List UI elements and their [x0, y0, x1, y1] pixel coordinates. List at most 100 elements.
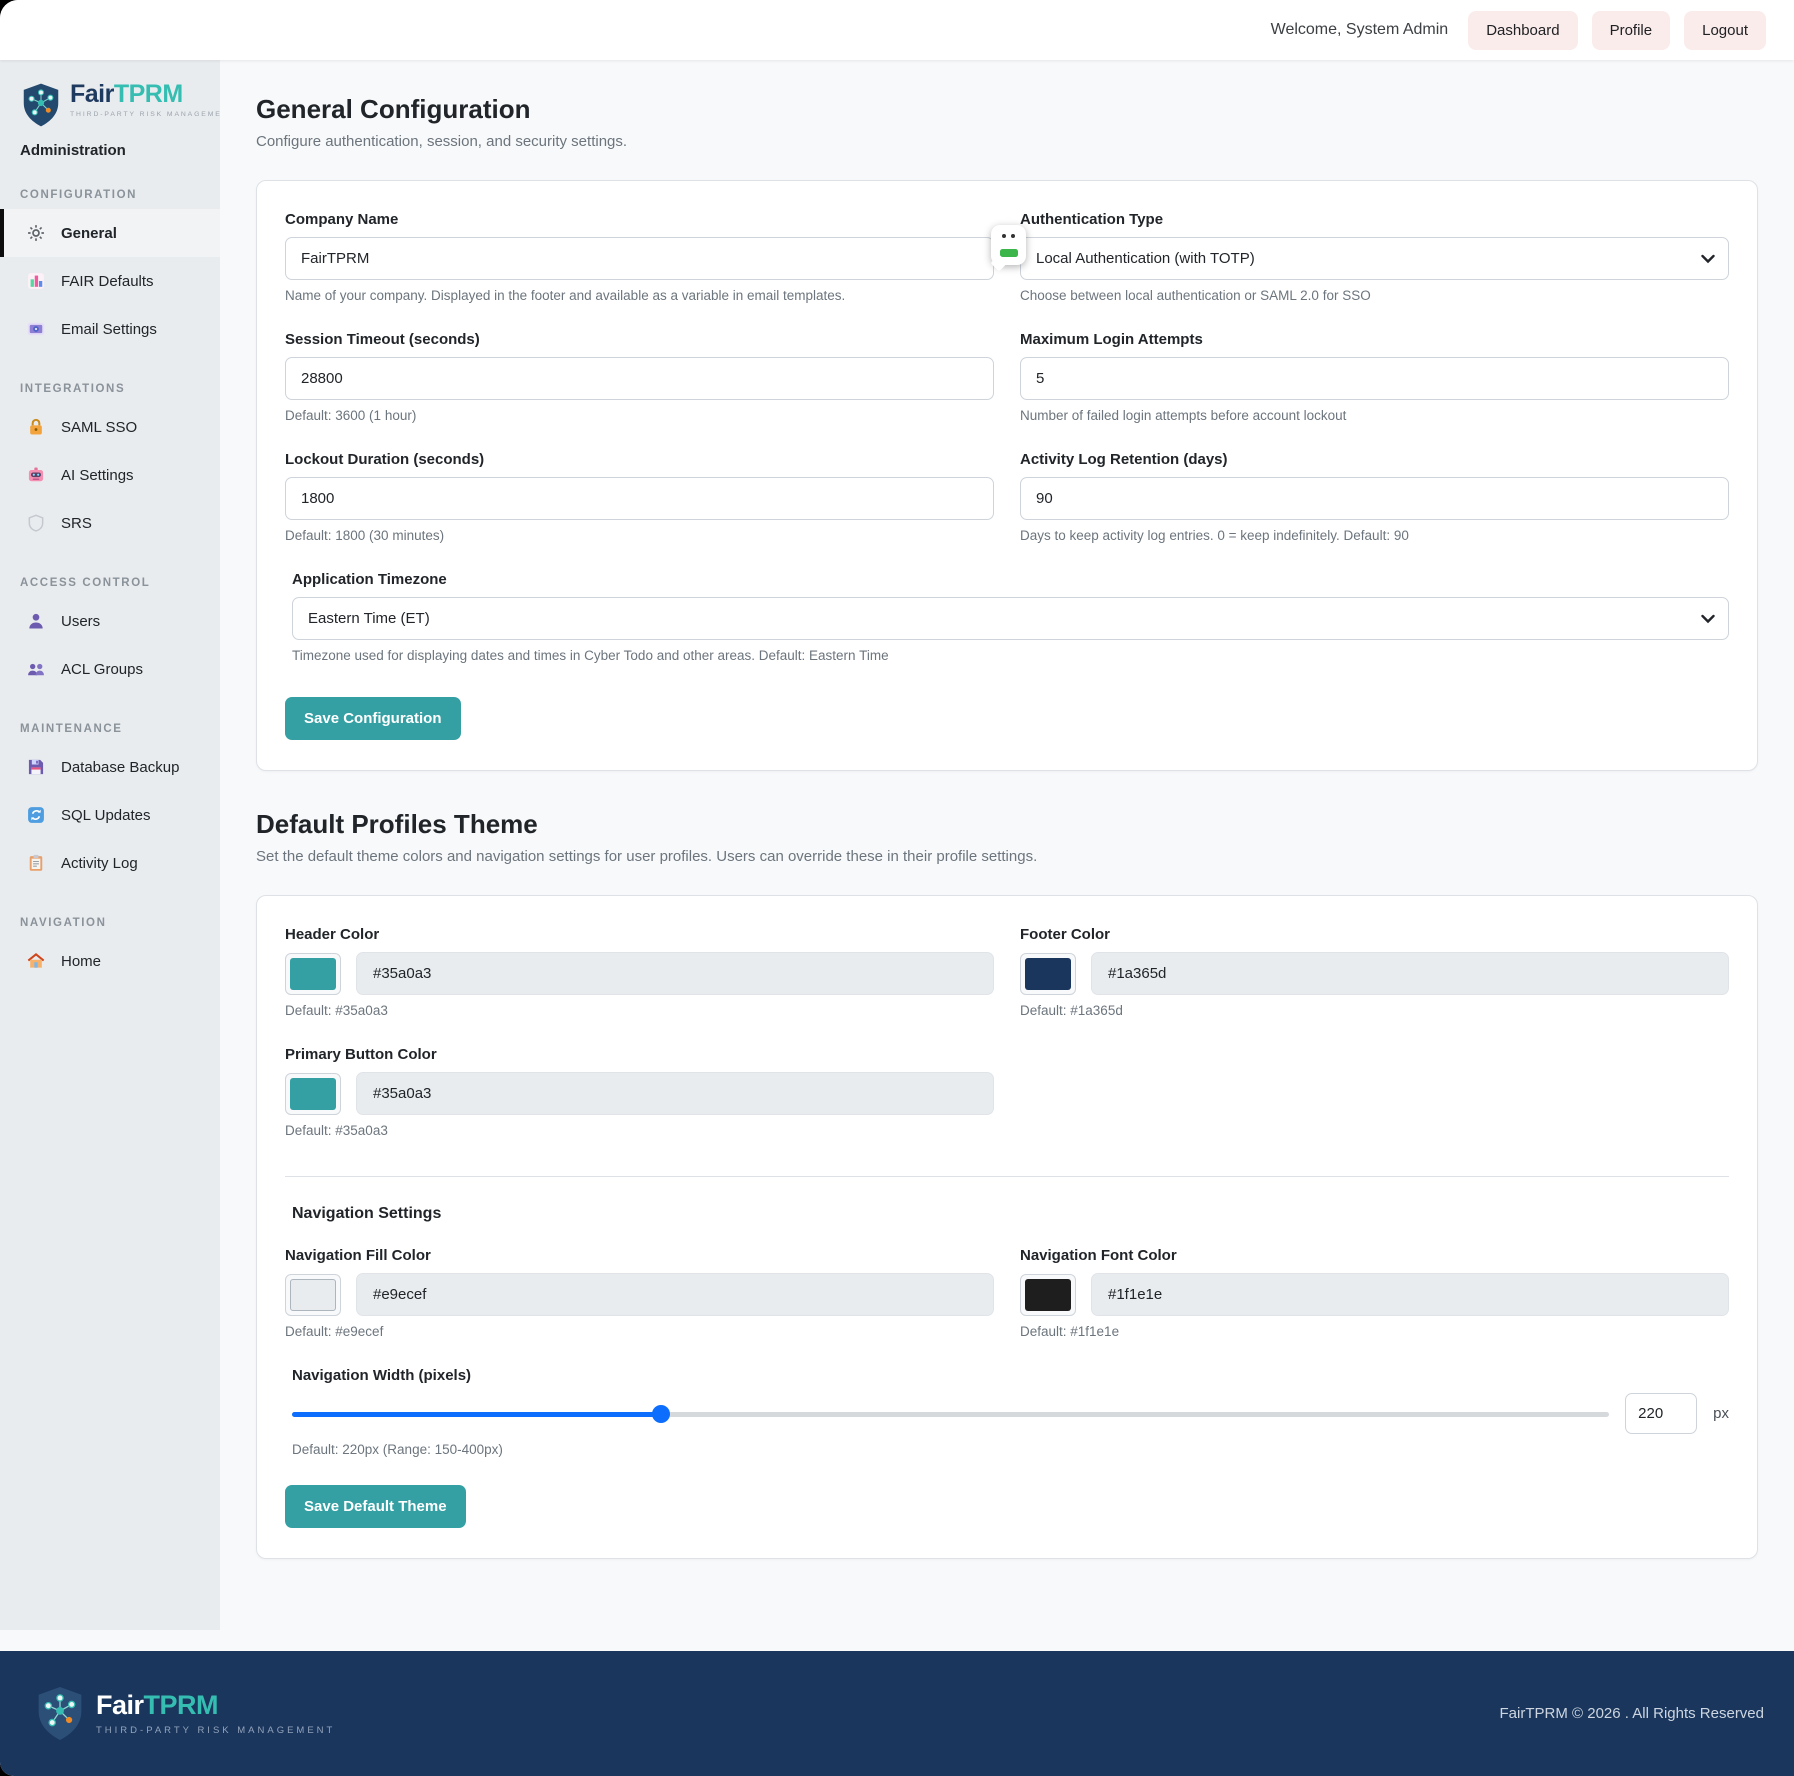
field-help: Timezone used for displaying dates and t… [292, 648, 1729, 663]
nav-fill-color-input[interactable] [356, 1273, 994, 1316]
theme-subtitle: Set the default theme colors and navigat… [256, 848, 1758, 865]
sidebar-item-email-settings[interactable]: Email Settings [0, 305, 220, 353]
shield-outline-icon [26, 513, 46, 533]
field-help: Default: #35a0a3 [285, 1123, 994, 1138]
lock-icon [26, 417, 46, 437]
field-auth-type: Authentication Type Local Authentication… [1020, 211, 1729, 303]
sidebar-item-database-backup[interactable]: Database Backup [0, 743, 220, 791]
field-nav-font-color: Navigation Font Color Default: #1f1e1e [1020, 1247, 1729, 1339]
nav-font-color-swatch[interactable] [1020, 1274, 1076, 1316]
max-login-attempts-input[interactable] [1020, 357, 1729, 400]
field-primary-button-color: Primary Button Color Default: #35a0a3 [285, 1046, 994, 1138]
header-color-swatch[interactable] [285, 953, 341, 995]
footer-color-swatch[interactable] [1020, 953, 1076, 995]
field-label: Company Name [285, 211, 994, 228]
section-label-maintenance: MAINTENANCE [0, 693, 220, 743]
field-label: Authentication Type [1020, 211, 1729, 228]
field-label: Footer Color [1020, 926, 1729, 943]
email-icon [26, 319, 46, 339]
sidebar-item-acl-groups[interactable]: ACL Groups [0, 645, 220, 693]
field-nav-width: Navigation Width (pixels) px Default: 22… [285, 1367, 1729, 1457]
primary-button-color-swatch[interactable] [285, 1073, 341, 1115]
field-max-login-attempts: Maximum Login Attempts Number of failed … [1020, 331, 1729, 423]
floppy-disk-icon [26, 757, 46, 777]
field-help: Default: 1800 (30 minutes) [285, 528, 994, 543]
sidebar-item-srs[interactable]: SRS [0, 499, 220, 547]
dashboard-button[interactable]: Dashboard [1468, 11, 1577, 50]
field-label: Primary Button Color [285, 1046, 994, 1063]
clipboard-icon [26, 853, 46, 873]
footer-copyright: FairTPRM © 2026 . All Rights Reserved [1500, 1705, 1764, 1722]
home-icon [26, 951, 46, 971]
general-config-card: Company Name Name of your company. Displ… [256, 180, 1758, 771]
theme-card: Header Color Default: #35a0a3 Footer Col… [256, 895, 1758, 1559]
activity-log-retention-input[interactable] [1020, 477, 1729, 520]
field-label: Activity Log Retention (days) [1020, 451, 1729, 468]
sidebar-item-label: Home [61, 953, 101, 970]
sidebar-item-general[interactable]: General [0, 209, 220, 257]
sidebar-item-sql-updates[interactable]: SQL Updates [0, 791, 220, 839]
bar-chart-icon [26, 271, 46, 291]
sidebar-item-saml-sso[interactable]: SAML SSO [0, 403, 220, 451]
session-timeout-input[interactable] [285, 357, 994, 400]
save-default-theme-button[interactable]: Save Default Theme [285, 1485, 466, 1528]
field-label: Navigation Width (pixels) [292, 1367, 1729, 1384]
sidebar-item-label: SAML SSO [61, 419, 137, 436]
gear-icon [26, 223, 46, 243]
welcome-text: Welcome, System Admin [1271, 21, 1449, 39]
nav-font-color-input[interactable] [1091, 1273, 1729, 1316]
page-subtitle: Configure authentication, session, and s… [256, 133, 1758, 150]
nav-settings-title: Navigation Settings [285, 1205, 1729, 1223]
app-window: Welcome, System Admin Dashboard Profile … [0, 0, 1794, 1776]
footer-brand: FairTPRM THIRD-PARTY RISK MANAGEMENT [34, 1685, 335, 1742]
logout-button[interactable]: Logout [1684, 11, 1766, 50]
assistant-widget-icon[interactable] [991, 225, 1026, 265]
brand-shield-icon [20, 82, 62, 128]
section-label-integrations: INTEGRATIONS [0, 353, 220, 403]
app-footer: FairTPRM THIRD-PARTY RISK MANAGEMENT Fai… [0, 1651, 1794, 1776]
sidebar-item-label: Users [61, 613, 100, 630]
brand-tagline: THIRD-PARTY RISK MANAGEMENT [70, 111, 235, 118]
sidebar-item-label: ACL Groups [61, 661, 143, 678]
field-label: Application Timezone [292, 571, 1729, 588]
sync-icon [26, 805, 46, 825]
field-activity-log-retention: Activity Log Retention (days) Days to ke… [1020, 451, 1729, 543]
timezone-select[interactable]: Eastern Time (ET) [292, 597, 1729, 640]
field-help: Number of failed login attempts before a… [1020, 408, 1729, 423]
sidebar-item-fair-defaults[interactable]: FAIR Defaults [0, 257, 220, 305]
sidebar-item-ai-settings[interactable]: AI Settings [0, 451, 220, 499]
field-company-name: Company Name Name of your company. Displ… [285, 211, 994, 303]
lockout-duration-input[interactable] [285, 477, 994, 520]
header-color-input[interactable] [356, 952, 994, 995]
field-label: Maximum Login Attempts [1020, 331, 1729, 348]
field-label: Session Timeout (seconds) [285, 331, 994, 348]
auth-type-select[interactable]: Local Authentication (with TOTP) [1020, 237, 1729, 280]
field-label: Navigation Fill Color [285, 1247, 994, 1264]
field-help: Days to keep activity log entries. 0 = k… [1020, 528, 1729, 543]
theme-title: Default Profiles Theme [256, 809, 1758, 840]
field-footer-color: Footer Color Default: #1a365d [1020, 926, 1729, 1018]
footer-shield-icon [34, 1685, 86, 1742]
sidebar-item-label: Database Backup [61, 759, 179, 776]
company-name-input[interactable] [285, 237, 994, 280]
field-help: Default: #1a365d [1020, 1003, 1729, 1018]
field-session-timeout: Session Timeout (seconds) Default: 3600 … [285, 331, 994, 423]
users-icon [26, 659, 46, 679]
section-divider [285, 1176, 1729, 1177]
primary-button-color-input[interactable] [356, 1072, 994, 1115]
sidebar-item-home[interactable]: Home [0, 937, 220, 985]
sidebar-item-label: SRS [61, 515, 92, 532]
footer-color-input[interactable] [1091, 952, 1729, 995]
field-help: Default: 220px (Range: 150-400px) [292, 1442, 1729, 1457]
section-label-configuration: CONFIGURATION [0, 159, 220, 209]
profile-button[interactable]: Profile [1592, 11, 1671, 50]
save-configuration-button[interactable]: Save Configuration [285, 697, 461, 740]
sidebar-item-activity-log[interactable]: Activity Log [0, 839, 220, 887]
nav-width-slider[interactable] [292, 1405, 1609, 1423]
slider-thumb[interactable] [652, 1405, 670, 1423]
nav-fill-color-swatch[interactable] [285, 1274, 341, 1316]
sidebar-title: Administration [20, 142, 202, 159]
sidebar-item-users[interactable]: Users [0, 597, 220, 645]
nav-width-number-input[interactable] [1625, 1393, 1697, 1434]
main-content: General Configuration Configure authenti… [220, 60, 1794, 1651]
